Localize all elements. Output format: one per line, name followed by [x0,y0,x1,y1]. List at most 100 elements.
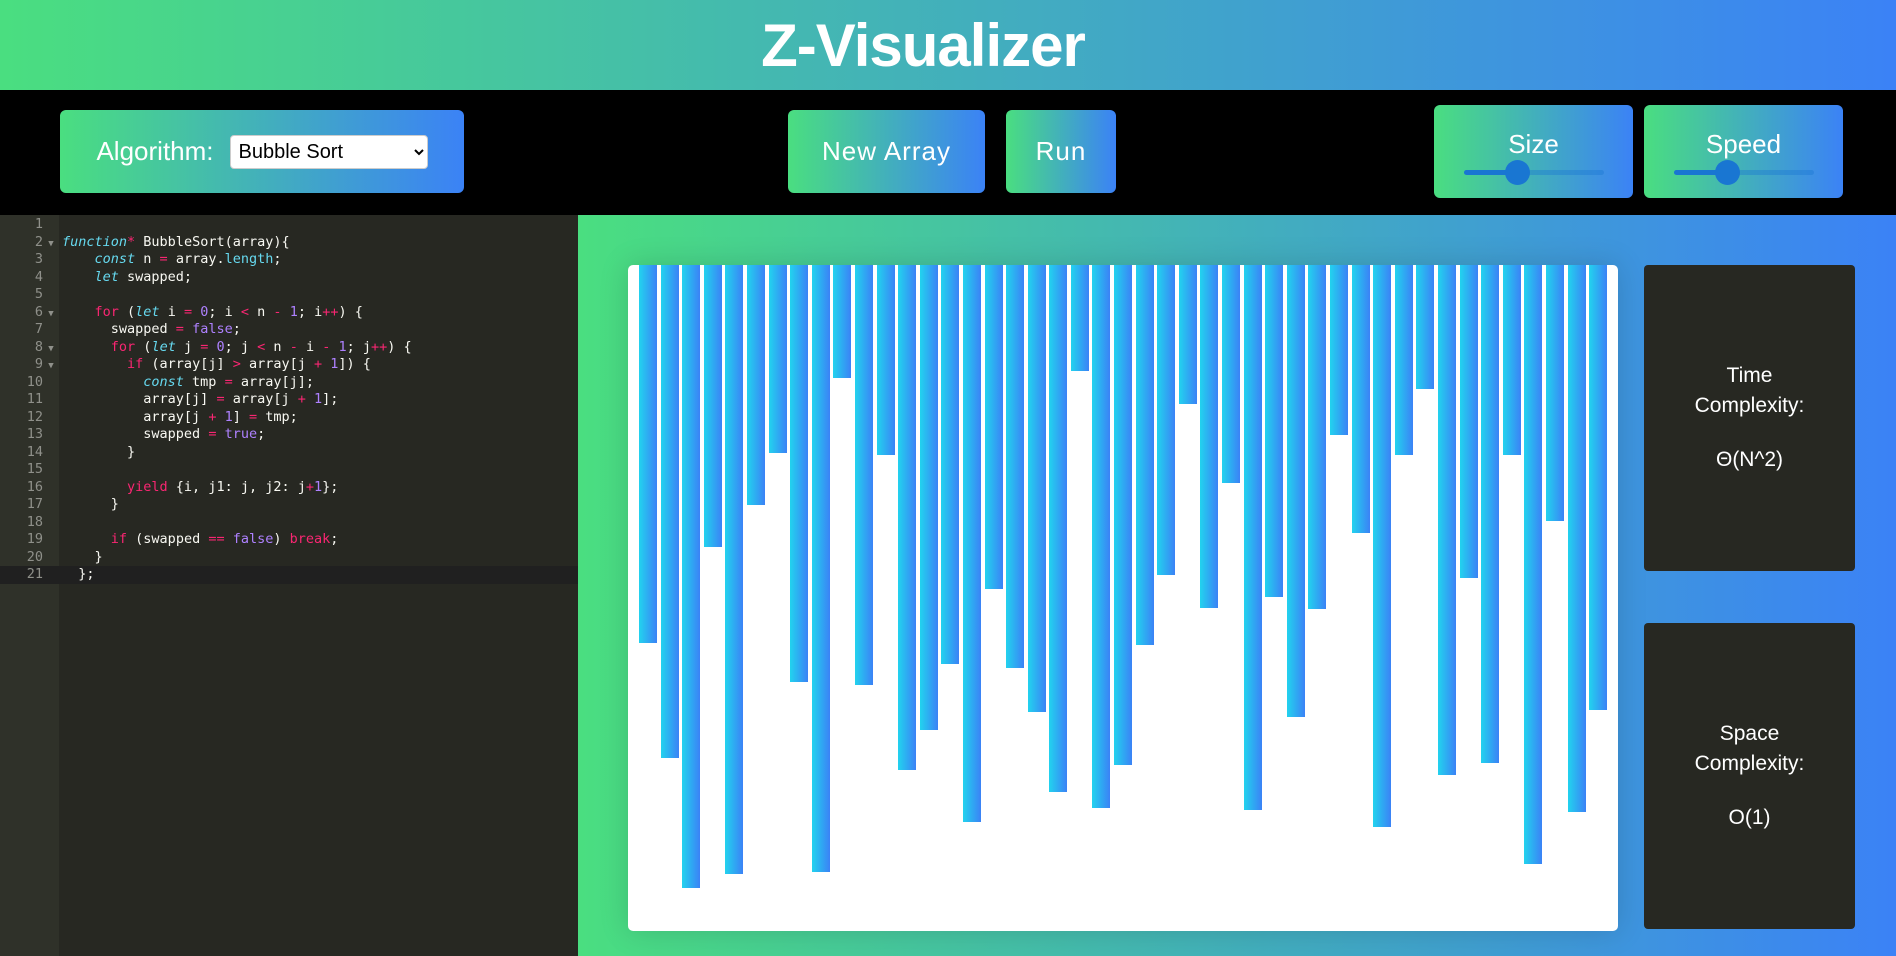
line-number: 16 [26,478,43,495]
code-token: tmp; [257,408,298,425]
line-number: 2 [34,233,43,250]
code-line[interactable]: 16 yield {i, j1: j, j2: j+1}; [0,479,578,497]
array-bar [984,265,1003,589]
line-number: 11 [26,391,43,407]
code-token: ( [135,338,152,355]
new-array-button[interactable]: New Array [788,110,985,193]
code-line[interactable]: 7 swapped = false; [0,321,578,339]
code-line[interactable]: 1 [0,216,578,234]
array-bar [1178,265,1197,404]
code-token: = [175,321,184,337]
code-line[interactable]: 15 [0,461,578,479]
code-line[interactable]: 3 const n = array.length; [0,251,578,269]
speed-slider-thumb[interactable] [1714,159,1740,185]
algorithm-select[interactable]: Bubble Sort [229,134,428,169]
code-token: n [249,303,274,320]
fold-arrow-icon[interactable]: ▼ [43,306,59,324]
array-bar [919,265,938,730]
code-text: if (array[j] > array[j + 1]) { [59,356,371,372]
array-bar [1157,265,1176,575]
code-line[interactable]: 6 ▼ for (let i = 0; i < n - 1; i++) { [0,304,578,322]
code-token: swapped [62,321,176,337]
code-line[interactable]: 18 [0,514,578,532]
code-token: } [62,496,119,512]
line-number: 10 [26,373,43,390]
line-number: 4 [34,268,43,285]
size-label: Size [1508,128,1559,159]
array-bar [962,265,981,822]
code-token: = [224,373,233,390]
code-token: * [127,233,136,250]
code-line[interactable]: 5 [0,286,578,304]
array-bar [1006,265,1025,668]
code-line[interactable]: 12 array[j + 1] = tmp; [0,409,578,427]
code-line[interactable]: 14 } [0,444,578,462]
array-bar [1265,265,1284,597]
array-bar [876,265,895,455]
code-token: ) { [387,338,412,355]
app-header: Z-Visualizer [0,0,1896,90]
code-token: tmp [183,373,225,390]
fold-arrow-icon[interactable]: ▼ [43,236,59,254]
code-line[interactable]: 19 if (swapped == false) break; [0,531,578,549]
array-bar [1049,265,1068,792]
array-bar [1502,265,1521,455]
code-line[interactable]: 2 ▼ function* BubbleSort(array){ [0,234,578,252]
speed-slider[interactable] [1673,159,1814,185]
code-token: function [62,233,128,250]
array-bar [1524,265,1543,864]
code-token: ; j [224,338,258,355]
code-line[interactable]: 13 swapped = true; [0,426,578,444]
code-line[interactable]: 21 }; [0,566,578,584]
code-line[interactable]: 17 } [0,496,578,514]
code-line[interactable]: 10 const tmp = array[j]; [0,374,578,392]
code-token: const [94,251,136,267]
code-text: array[j + 1] = tmp; [59,409,298,425]
array-bar [1351,265,1370,533]
code-token: < [240,303,250,320]
array-bar [1437,265,1456,775]
code-token: + [314,356,323,372]
algorithm-label: Algorithm: [96,136,214,166]
line-number: 9 [34,356,43,372]
array-bar [898,265,917,770]
line-number: 17 [26,496,43,512]
code-token: ; [273,251,282,267]
time-complexity-value: Θ(N^2) [1715,448,1784,471]
code-line[interactable]: 9 ▼ if (array[j] > array[j + 1]) { [0,356,578,374]
line-number: 13 [26,426,43,442]
code-line[interactable]: 4 let swapped; [0,269,578,287]
fold-arrow-icon[interactable]: ▼ [43,341,59,359]
code-token: ) { [338,303,363,320]
array-bar [1027,265,1046,712]
code-line[interactable]: 11 array[j] = array[j + 1]; [0,391,578,409]
size-slider-thumb[interactable] [1504,159,1530,185]
speed-control: Speed [1644,105,1843,198]
code-token: for [94,303,119,320]
code-token: (array[j] [143,356,233,372]
code-token: == [208,531,225,547]
code-token: n [135,251,160,267]
app-title: Z-Visualizer [761,11,1086,79]
fold-arrow-icon[interactable]: ▼ [43,358,59,376]
code-token: swapped; [118,268,193,285]
size-slider[interactable] [1463,159,1604,185]
code-token: 1 [289,303,298,320]
line-number: 3 [34,251,43,267]
code-token: for [110,338,136,355]
line-number: 6 [34,303,43,320]
line-number: 12 [26,408,43,425]
code-line[interactable]: 8 ▼ for (let j = 0; j < n - i - 1; j++) { [0,339,578,357]
code-token: ; [257,426,266,442]
code-line[interactable]: 20 } [0,549,578,567]
time-complexity-label: Time Complexity: [1694,364,1805,417]
run-button[interactable]: Run [1006,110,1116,193]
code-token: let [151,338,176,355]
code-text: const n = array.length; [59,251,282,267]
code-editor[interactable]: 1 2 ▼ function* BubbleSort(array){3 const n… [0,215,578,956]
